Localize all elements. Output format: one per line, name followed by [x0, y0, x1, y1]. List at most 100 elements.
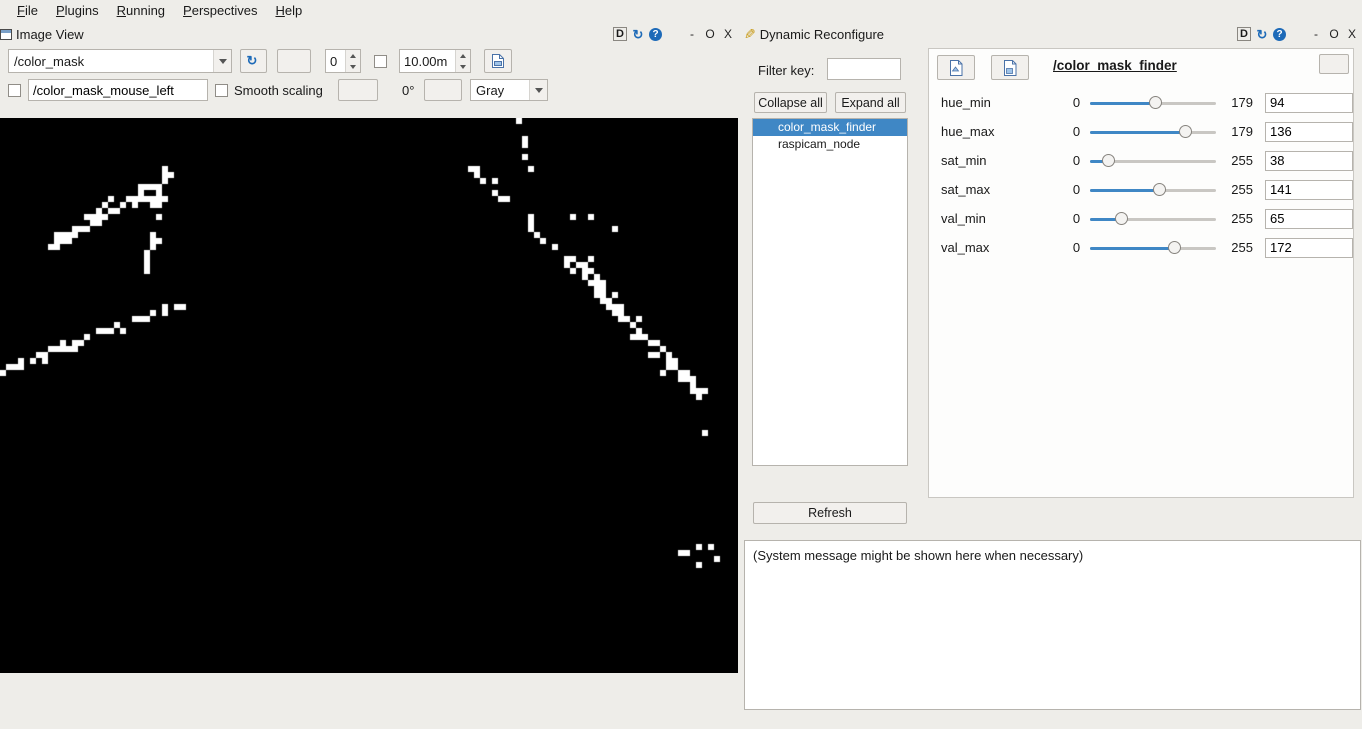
filter-key-input[interactable] [827, 58, 901, 80]
dyn-reconf-dock-buttons: D ↻ ? - O X [1237, 27, 1362, 41]
menu-perspectives[interactable]: Perspectives [174, 1, 266, 20]
image-view-icon [0, 29, 12, 40]
slider-handle[interactable] [1115, 212, 1128, 225]
param-min-label: 0 [1052, 211, 1080, 226]
param-max-label: 179 [1221, 124, 1253, 139]
param-max-label: 255 [1221, 182, 1253, 197]
smooth-scaling-label: Smooth scaling [234, 83, 323, 98]
param-label-val_max: val_max [941, 240, 1052, 255]
publish-mouse-checkbox[interactable] [8, 84, 21, 97]
node-item-raspicam_node[interactable]: raspicam_node [753, 136, 907, 153]
save-params-button[interactable] [991, 55, 1029, 80]
chevron-down-icon [529, 80, 547, 100]
rotate-left-button[interactable] [338, 79, 378, 101]
slider-handle[interactable] [1168, 241, 1181, 254]
zoom-spinbox-value: 0 [326, 50, 345, 72]
param-slider-val_min[interactable] [1090, 211, 1216, 227]
rotate-right-button[interactable] [424, 79, 462, 101]
slider-handle[interactable] [1149, 96, 1162, 109]
param-value-hue_min[interactable] [1265, 93, 1353, 113]
slider-fill [1090, 247, 1175, 250]
minimize-button[interactable]: - [1310, 28, 1322, 41]
document-open-icon [947, 59, 965, 77]
slider-fill [1090, 102, 1156, 105]
close-button[interactable]: X [1346, 28, 1358, 41]
filter-key-label: Filter key: [758, 63, 814, 78]
param-slider-val_max[interactable] [1090, 240, 1216, 256]
param-row-val_max: val_max0 255 [929, 233, 1353, 262]
maximize-button[interactable]: O [704, 28, 716, 41]
slider-handle[interactable] [1179, 125, 1192, 138]
param-min-label: 0 [1052, 153, 1080, 168]
dyn-reconf-title: Dynamic Reconfigure [760, 27, 884, 42]
minimize-button[interactable]: - [686, 28, 698, 41]
menu-help[interactable]: Help [266, 1, 311, 20]
color-scheme-value: Gray [471, 83, 529, 98]
param-slider-sat_max[interactable] [1090, 182, 1216, 198]
node-list[interactable]: color_mask_finderraspicam_node [752, 118, 908, 466]
slider-handle[interactable] [1153, 183, 1166, 196]
load-params-button[interactable] [937, 55, 975, 80]
param-slider-hue_min[interactable] [1090, 95, 1216, 111]
save-image-icon [490, 53, 506, 69]
node-title: /color_mask_finder [1053, 58, 1177, 73]
mouse-topic-field[interactable] [28, 79, 208, 101]
param-max-label: 255 [1221, 240, 1253, 255]
image-view-titlebar: Image View D ↻ ? - O X [0, 22, 738, 46]
camera-image[interactable] [0, 118, 738, 673]
param-slider-hue_max[interactable] [1090, 124, 1216, 140]
zoom-spinbox[interactable]: 0 [325, 49, 361, 73]
slider-fill [1090, 131, 1186, 134]
refresh-nodes-button[interactable]: Refresh [753, 502, 907, 524]
smooth-scaling-checkbox[interactable] [215, 84, 228, 97]
param-value-sat_min[interactable] [1265, 151, 1353, 171]
param-row-sat_max: sat_max0255 [929, 175, 1353, 204]
rotation-label: 0° [402, 83, 414, 98]
dynamic-range-checkbox[interactable] [374, 55, 387, 68]
max-range-spinbox[interactable]: 10.00m [399, 49, 471, 73]
param-rows: hue_min0179hue_max0179sat_min0255sat_max… [929, 88, 1353, 262]
node-item-color_mask_finder[interactable]: color_mask_finder [753, 119, 907, 136]
param-min-label: 0 [1052, 240, 1080, 255]
help-icon[interactable]: ? [649, 28, 662, 41]
param-value-val_max[interactable] [1265, 238, 1353, 258]
collapse-all-button[interactable]: Collapse all [754, 92, 827, 113]
chevron-down-icon [213, 50, 231, 72]
param-value-sat_max[interactable] [1265, 180, 1353, 200]
topic-combobox-value: /color_mask [9, 54, 213, 69]
blank-panel-button[interactable] [1319, 54, 1349, 74]
param-max-label: 179 [1221, 95, 1253, 110]
menu-plugins[interactable]: Plugins [47, 1, 108, 20]
color-scheme-combobox[interactable]: Gray [470, 79, 548, 101]
reload-plugin-icon[interactable]: ↻ [631, 28, 645, 41]
menu-running[interactable]: Running [108, 1, 174, 20]
param-slider-sat_min[interactable] [1090, 153, 1216, 169]
reload-plugin-icon[interactable]: ↻ [1255, 28, 1269, 41]
maximize-button[interactable]: O [1328, 28, 1340, 41]
blank-toolbar-button[interactable] [277, 49, 311, 73]
slider-handle[interactable] [1102, 154, 1115, 167]
spin-steppers[interactable] [455, 50, 470, 72]
param-max-label: 255 [1221, 153, 1253, 168]
param-label-sat_min: sat_min [941, 153, 1052, 168]
save-image-button[interactable] [484, 49, 512, 73]
param-row-hue_max: hue_max0179 [929, 117, 1353, 146]
help-icon[interactable]: ? [1273, 28, 1286, 41]
undock-button[interactable]: D [613, 27, 627, 41]
reconfigure-icon: ✎ [744, 26, 756, 43]
undock-button[interactable]: D [1237, 27, 1251, 41]
param-panel: /color_mask_finder hue_min0179hue_max017… [928, 48, 1354, 498]
param-label-val_min: val_min [941, 211, 1052, 226]
param-value-val_min[interactable] [1265, 209, 1353, 229]
expand-all-button[interactable]: Expand all [835, 92, 906, 113]
topic-combobox[interactable]: /color_mask [8, 49, 232, 73]
spin-steppers[interactable] [345, 50, 360, 72]
param-min-label: 0 [1052, 182, 1080, 197]
refresh-topics-button[interactable]: ↻ [240, 49, 267, 73]
dyn-reconf-titlebar: ✎ Dynamic Reconfigure D ↻ ? - O X [744, 22, 1362, 46]
param-label-hue_min: hue_min [941, 95, 1052, 110]
param-value-hue_max[interactable] [1265, 122, 1353, 142]
param-row-sat_min: sat_min0 255 [929, 146, 1353, 175]
menu-file[interactable]: File [8, 1, 47, 20]
close-button[interactable]: X [722, 28, 734, 41]
